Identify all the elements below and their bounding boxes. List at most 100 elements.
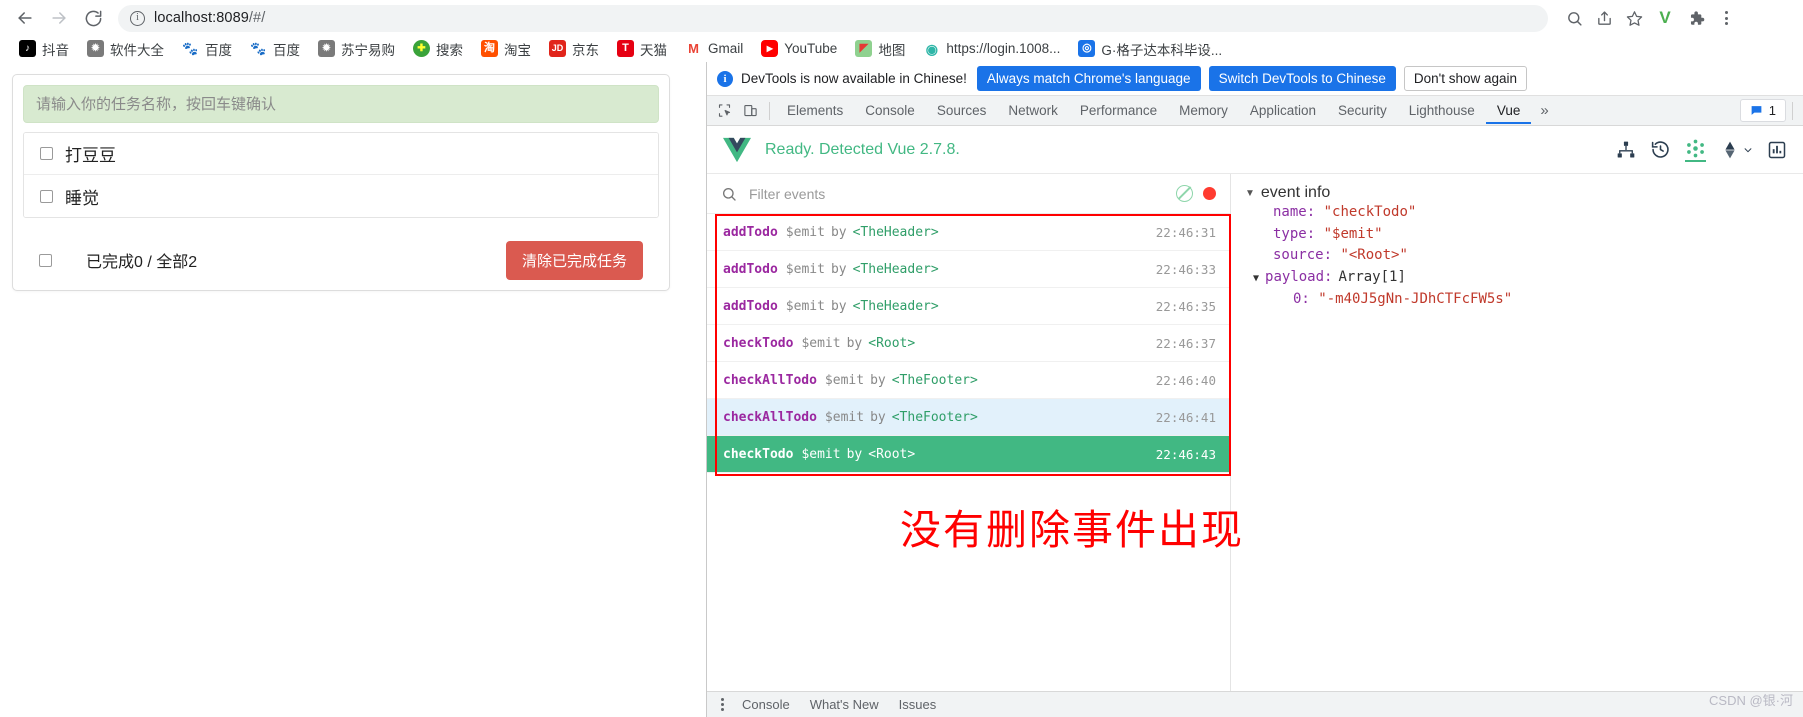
- todo-item-label: 睡觉: [65, 188, 99, 208]
- event-time: 22:46:33: [1155, 261, 1216, 277]
- tab-network[interactable]: Network: [997, 97, 1069, 124]
- toolbar-divider: [769, 101, 770, 120]
- bookmark-item[interactable]: 🐾 百度: [241, 37, 309, 61]
- switch-devtools-to-chinese-button[interactable]: Switch DevTools to Chinese: [1208, 66, 1396, 91]
- todo-item[interactable]: 睡觉: [24, 175, 658, 217]
- inspect-element-icon[interactable]: [711, 98, 737, 124]
- bookmark-item[interactable]: ✚ 搜索: [404, 37, 472, 61]
- tab-performance[interactable]: Performance: [1069, 97, 1168, 124]
- bookmark-item[interactable]: JD 京东: [540, 37, 608, 61]
- dont-show-again-button[interactable]: Don't show again: [1403, 66, 1528, 91]
- reload-button[interactable]: [78, 3, 108, 33]
- message-icon: [1751, 106, 1762, 115]
- drawer-tab-issues[interactable]: Issues: [889, 693, 947, 716]
- todo-item[interactable]: 打豆豆: [24, 133, 658, 175]
- event-info-type-value: "$emit": [1323, 225, 1383, 242]
- tab-lighthouse[interactable]: Lighthouse: [1398, 97, 1486, 124]
- event-info-header[interactable]: ▼ event info: [1245, 184, 1803, 202]
- drawer-tab-console[interactable]: Console: [732, 693, 800, 716]
- event-time: 22:46:31: [1155, 224, 1216, 240]
- bookmark-item[interactable]: ✹ 苏宁易购: [309, 37, 404, 61]
- events-icon[interactable]: [1685, 138, 1706, 162]
- event-row[interactable]: addTodo $emit by <TheHeader> 22:46:31: [707, 214, 1230, 251]
- back-button[interactable]: [10, 3, 40, 33]
- event-row[interactable]: checkAllTodo $emit by <TheFooter> 22:46:…: [707, 362, 1230, 399]
- bookmark-item[interactable]: ♪ 抖音: [10, 37, 78, 61]
- device-toolbar-icon[interactable]: [737, 98, 763, 124]
- toolbar-actions: V: [1560, 4, 1740, 32]
- bookmark-item[interactable]: T 天猫: [608, 37, 676, 61]
- always-match-language-button[interactable]: Always match Chrome's language: [976, 66, 1201, 91]
- bookmark-label: 抖音: [42, 42, 69, 58]
- event-info-name: name: "checkTodo": [1245, 202, 1803, 224]
- clear-events-icon[interactable]: [1176, 185, 1193, 202]
- bookmark-item[interactable]: ◉ https://login.1008...: [914, 38, 1069, 59]
- more-tabs-chevron-icon[interactable]: »: [1531, 98, 1557, 123]
- todo-item-label: 打豆豆: [65, 146, 116, 165]
- todo-input[interactable]: [23, 85, 659, 123]
- todo-container: 打豆豆 睡觉 已完成0 / 全部2 清除已完成任务: [12, 74, 670, 291]
- bookmark-label: YouTube: [784, 41, 838, 56]
- watermark-label: CSDN @银·河: [1709, 693, 1793, 708]
- event-source: <TheHeader>: [852, 298, 939, 314]
- event-info-payload[interactable]: ▼ payload: Array[1]: [1245, 267, 1803, 289]
- performance-bars-icon[interactable]: [1767, 140, 1787, 160]
- bookmark-star-icon[interactable]: [1620, 4, 1648, 32]
- event-row[interactable]: addTodo $emit by <TheHeader> 22:46:33: [707, 251, 1230, 288]
- bookmark-item[interactable]: ✹ 软件大全: [78, 37, 173, 61]
- record-events-icon[interactable]: [1203, 187, 1216, 200]
- avatar[interactable]: V: [1654, 7, 1676, 29]
- tab-memory[interactable]: Memory: [1168, 97, 1239, 124]
- tab-console[interactable]: Console: [854, 97, 926, 124]
- routing-icon[interactable]: [1720, 140, 1753, 160]
- event-type: $emit: [785, 261, 825, 277]
- todo-checkbox[interactable]: [40, 147, 53, 160]
- search-icon[interactable]: [1560, 4, 1588, 32]
- drawer-tab-whats-new[interactable]: What's New: [800, 693, 889, 716]
- drawer-menu-icon[interactable]: [713, 698, 732, 711]
- share-icon[interactable]: [1590, 4, 1618, 32]
- bookmark-favicon-gezida: ◎: [1078, 40, 1096, 57]
- event-time: 22:46:41: [1155, 409, 1216, 425]
- event-source: <Root>: [868, 446, 916, 462]
- clear-completed-button[interactable]: 清除已完成任务: [505, 240, 643, 280]
- check-all-checkbox[interactable]: [39, 253, 52, 267]
- bookmark-favicon-globe: ✹: [87, 40, 104, 57]
- bookmark-item[interactable]: ◤ 地图: [846, 37, 914, 61]
- tab-sources[interactable]: Sources: [926, 97, 998, 124]
- tab-security[interactable]: Security: [1327, 97, 1398, 124]
- event-by-label: by: [830, 298, 847, 314]
- timeline-history-icon[interactable]: [1650, 139, 1671, 160]
- bookmark-item[interactable]: 淘淘宝: [472, 37, 540, 61]
- site-info-icon[interactable]: i: [130, 10, 145, 26]
- event-type: $emit: [801, 446, 841, 462]
- tab-vue[interactable]: Vue: [1486, 97, 1532, 124]
- event-row-selected[interactable]: checkTodo $emit by <Root> 22:46:43: [707, 436, 1230, 473]
- event-info-source-key: source:: [1273, 247, 1333, 264]
- tab-elements[interactable]: Elements: [776, 97, 854, 124]
- bookmark-item[interactable]: 🐾 百度: [173, 37, 241, 61]
- bookmark-item[interactable]: ◎ G·格子达本科毕设...: [1069, 37, 1231, 61]
- event-info-type-key: type:: [1273, 225, 1316, 242]
- extensions-puzzle-icon[interactable]: [1682, 4, 1710, 32]
- bookmark-item[interactable]: M Gmail: [676, 38, 752, 59]
- bookmark-label: 苏宁易购: [341, 42, 395, 58]
- bookmark-label: G·格子达本科毕设...: [1101, 42, 1223, 58]
- devtools-panel: i DevTools is now available in Chinese! …: [706, 62, 1803, 717]
- chevron-down-icon: [1744, 147, 1752, 152]
- address-bar[interactable]: i localhost:8089/#/: [118, 4, 1548, 32]
- event-row[interactable]: checkTodo $emit by <Root> 22:46:37: [707, 325, 1230, 362]
- issues-counter[interactable]: 1: [1739, 99, 1786, 122]
- bookmarks-bar: ♪ 抖音 ✹ 软件大全 🐾 百度 🐾 百度 ✹ 苏宁易购 ✚ 搜索 淘淘宝 JD 京东 T 天猫…: [0, 36, 1803, 62]
- browser-menu-button[interactable]: [1712, 4, 1740, 32]
- filter-events-input[interactable]: [747, 184, 1166, 203]
- bookmark-item[interactable]: ▶ YouTube: [752, 38, 846, 59]
- component-tree-icon[interactable]: [1616, 140, 1636, 160]
- bookmark-favicon-baidu: 🐾: [250, 40, 267, 57]
- todo-checkbox[interactable]: [40, 189, 53, 203]
- forward-button[interactable]: [44, 3, 74, 33]
- tab-application[interactable]: Application: [1239, 97, 1327, 124]
- event-row[interactable]: addTodo $emit by <TheHeader> 22:46:35: [707, 288, 1230, 325]
- event-row[interactable]: checkAllTodo $emit by <TheFooter> 22:46:…: [707, 399, 1230, 436]
- event-by-label: by: [846, 335, 863, 351]
